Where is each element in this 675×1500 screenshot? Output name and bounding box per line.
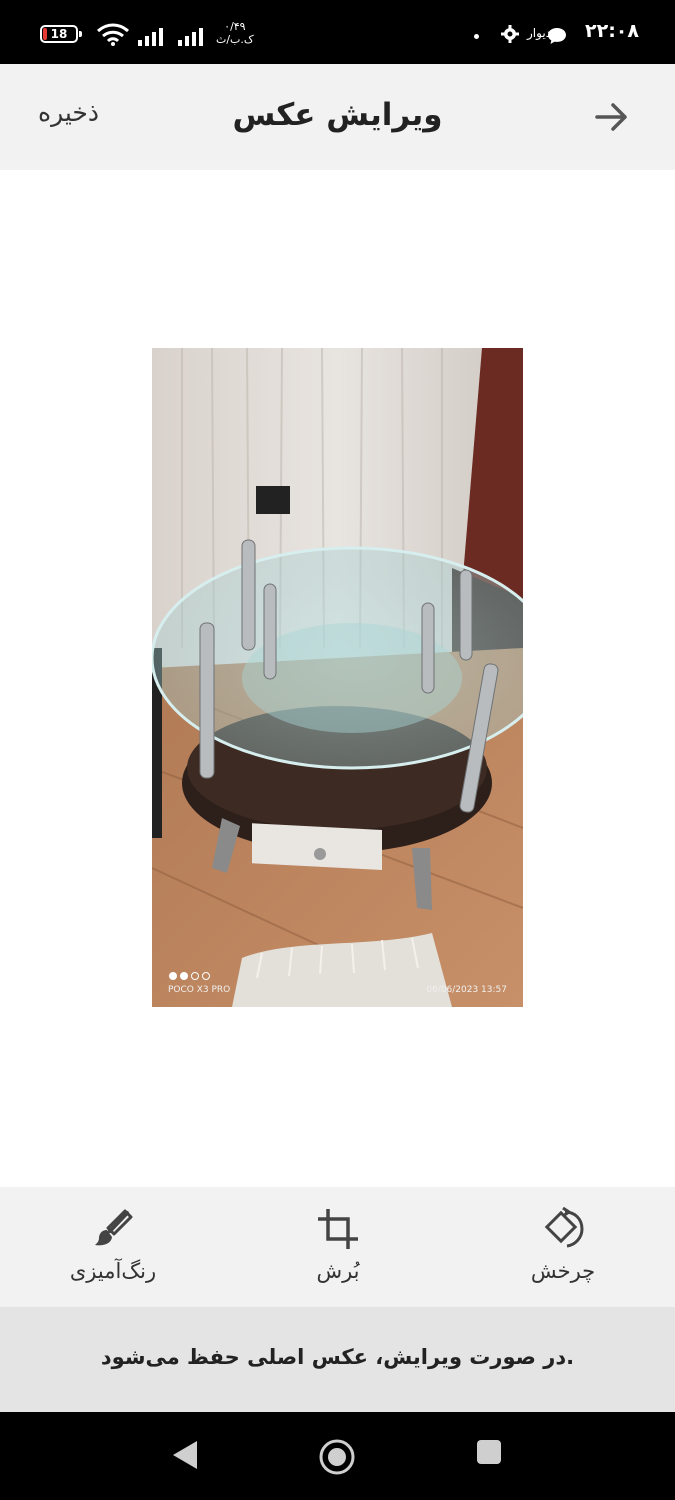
system-nav-bar	[0, 1412, 675, 1500]
battery-percent: 18	[50, 27, 68, 41]
photo-image	[152, 348, 523, 1007]
status-time: ۲۲:۰۸	[585, 20, 639, 42]
photo-device-caption: POCO X3 PRO	[168, 985, 231, 995]
network-speed-value: ۰/۴۹	[224, 20, 246, 33]
wifi-icon	[97, 23, 129, 46]
settings-gear-icon	[501, 25, 519, 43]
status-bar: ۲۲:۰۸ دیوار 18 ۰/۴۹ ک.ب/ث	[0, 0, 675, 64]
battery-icon: 18	[40, 25, 82, 43]
crop-button[interactable]: بُرش	[263, 1207, 413, 1297]
rotate-button[interactable]: چرخش	[488, 1207, 638, 1297]
app-header: ویرایش عکس ذخیره	[0, 64, 675, 170]
photo-timestamp-caption: 06/06/2023 13:57	[426, 985, 507, 995]
paint-brush-icon	[95, 1209, 133, 1246]
colorize-button[interactable]: رنگ‌آمیزی	[38, 1207, 188, 1297]
nav-home-icon[interactable]	[318, 1438, 356, 1476]
edited-photo: POCO X3 PRO 06/06/2023 13:57	[152, 348, 523, 1007]
watermark-dots-icon	[169, 972, 210, 980]
crop-label: بُرش	[316, 1259, 360, 1283]
save-button[interactable]: ذخیره	[38, 98, 99, 127]
rotate-label: چرخش	[530, 1259, 596, 1283]
notice-text: در صورت ویرایش، عکس اصلی حفظ می‌شود.	[100, 1345, 575, 1369]
nav-back-icon[interactable]	[170, 1438, 200, 1472]
page-title: ویرایش عکس	[232, 97, 443, 133]
edit-toolbar: رنگ‌آمیزی بُرش چرخش	[0, 1187, 675, 1307]
colorize-label: رنگ‌آمیزی	[69, 1259, 157, 1283]
signal-strength-icon-2	[178, 28, 203, 46]
network-speed: ۰/۴۹ ک.ب/ث	[216, 20, 254, 46]
info-notice: در صورت ویرایش، عکس اصلی حفظ می‌شود.	[0, 1307, 675, 1412]
status-app-label: دیوار	[526, 26, 551, 40]
signal-strength-icon	[138, 28, 163, 46]
notification-dot-icon	[474, 34, 479, 39]
battery-level-fill	[43, 28, 47, 40]
rotate-icon	[544, 1207, 584, 1248]
crop-icon	[318, 1209, 358, 1249]
network-speed-unit: ک.ب/ث	[216, 33, 254, 46]
nav-recents-icon[interactable]	[475, 1438, 503, 1466]
